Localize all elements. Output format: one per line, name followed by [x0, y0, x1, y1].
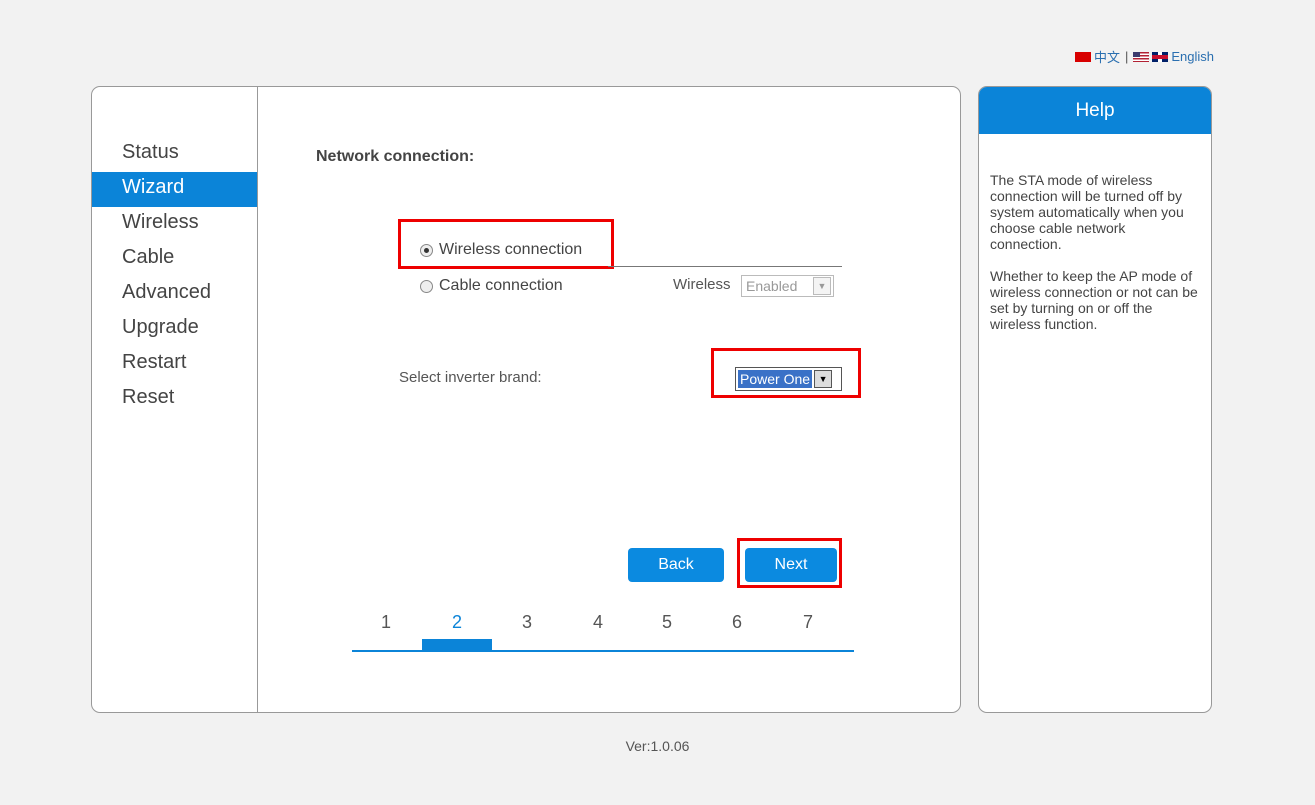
step-2: 2	[451, 612, 462, 632]
cable-connection-option[interactable]: Cable connection	[420, 277, 563, 295]
page-title: Network connection:	[316, 148, 475, 165]
current-step-marker	[422, 639, 492, 650]
step-6: 6	[731, 612, 742, 632]
sidebar-item-wizard[interactable]: Wizard	[92, 172, 257, 207]
step-progress-line	[352, 650, 854, 652]
chevron-down-icon: ▼	[813, 277, 831, 295]
step-5: 5	[661, 612, 672, 632]
version-label: Ver:1.0.06	[625, 738, 690, 754]
sidebar-item-cable[interactable]: Cable	[92, 242, 257, 277]
sidebar-item-reset[interactable]: Reset	[92, 382, 257, 417]
cable-connection-label: Cable connection	[439, 277, 563, 294]
sidebar-item-status[interactable]: Status	[92, 137, 257, 172]
help-paragraph-2: Whether to keep the AP mode of wireless …	[990, 268, 1198, 332]
wireless-toggle-label: Wireless	[673, 276, 731, 293]
sidebar-item-advanced[interactable]: Advanced	[92, 277, 257, 312]
chinese-link[interactable]: 中文	[1094, 47, 1120, 66]
step-1: 1	[380, 612, 391, 632]
help-panel: Help The STA mode of wireless connection…	[978, 86, 1212, 713]
inverter-brand-label: Select inverter brand:	[399, 369, 542, 386]
sidebar: Status Wizard Wireless Cable Advanced Up…	[92, 87, 258, 712]
help-body: The STA mode of wireless connection will…	[979, 134, 1211, 332]
help-paragraph-1: The STA mode of wireless connection will…	[990, 172, 1184, 252]
main-panel: Status Wizard Wireless Cable Advanced Up…	[91, 86, 961, 713]
cable-connection-radio[interactable]	[420, 279, 433, 293]
english-link[interactable]: English	[1171, 49, 1214, 64]
next-highlight-box	[737, 538, 842, 588]
step-3: 3	[521, 612, 532, 632]
wireless-select[interactable]: Enabled ▼	[741, 275, 834, 297]
step-7: 7	[802, 612, 813, 632]
sidebar-item-wireless[interactable]: Wireless	[92, 207, 257, 242]
help-title: Help	[979, 87, 1211, 134]
sidebar-nav: Status Wizard Wireless Cable Advanced Up…	[92, 137, 257, 417]
sidebar-item-restart[interactable]: Restart	[92, 347, 257, 382]
step-4: 4	[592, 612, 603, 632]
uk-flag-icon[interactable]	[1152, 51, 1169, 62]
divider-line	[608, 266, 842, 267]
us-flag-icon[interactable]	[1133, 51, 1150, 62]
language-switcher: 中文 | English	[1074, 47, 1214, 66]
back-button[interactable]: Back	[628, 548, 724, 582]
wireless-highlight-box	[398, 219, 614, 269]
sidebar-item-upgrade[interactable]: Upgrade	[92, 312, 257, 347]
language-separator: |	[1124, 49, 1129, 64]
step-indicator: 1 2 3 4 5 6 7	[352, 612, 854, 654]
brand-highlight-box	[711, 348, 861, 398]
china-flag-icon[interactable]	[1074, 51, 1091, 62]
wireless-select-value: Enabled	[746, 278, 798, 294]
